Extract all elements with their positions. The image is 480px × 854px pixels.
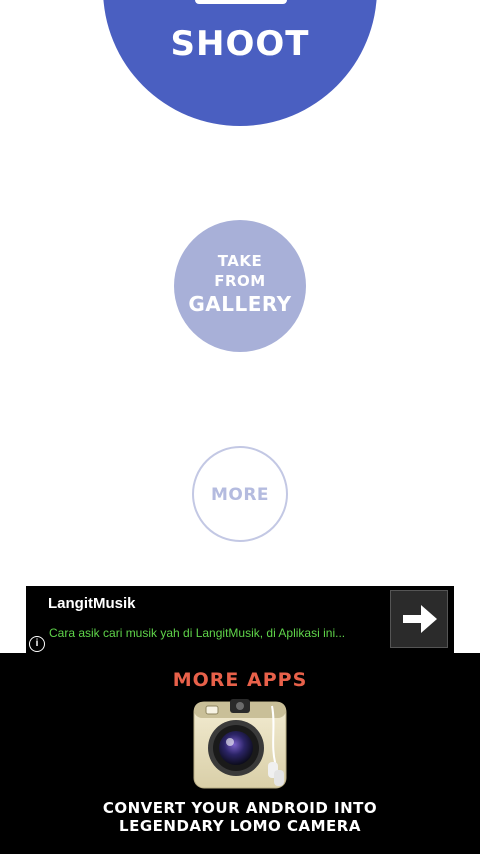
shoot-button[interactable]: SHOOT [103,0,377,126]
lomo-camera-icon-graphic [193,699,287,789]
gallery-label-line3: GALLERY [188,292,292,316]
app-screen: SHOOT TAKE FROM GALLERY MORE LangitMusik… [0,0,480,854]
ad-description: Cara asik cari musik yah di LangitMusik,… [49,626,346,640]
camera-icon [195,0,287,4]
shoot-label: SHOOT [170,24,310,64]
promo-text-line2: LEGENDARY LOMO CAMERA [119,817,361,835]
info-icon[interactable]: i [29,636,45,652]
gallery-label-line2: FROM [214,272,266,290]
more-label: MORE [210,485,270,505]
gallery-label-line1: TAKE [217,252,263,270]
more-apps-title: MORE APPS [172,669,308,691]
ad-title: LangitMusik [48,595,136,612]
arrow-right-icon-graphic [403,605,437,633]
promo-text-line1: CONVERT YOUR ANDROID INTO [102,799,378,817]
take-from-gallery-button[interactable]: TAKE FROM GALLERY [174,220,306,352]
more-apps-panel: MORE APPS CONVERT YOUR ANDROID INTO LEGE… [0,653,480,854]
ad-banner[interactable]: LangitMusik Cara asik cari musik yah di … [26,586,454,656]
more-button[interactable]: MORE [192,446,288,542]
lomo-camera-icon[interactable] [192,696,288,792]
arrow-right-icon[interactable] [390,590,448,648]
